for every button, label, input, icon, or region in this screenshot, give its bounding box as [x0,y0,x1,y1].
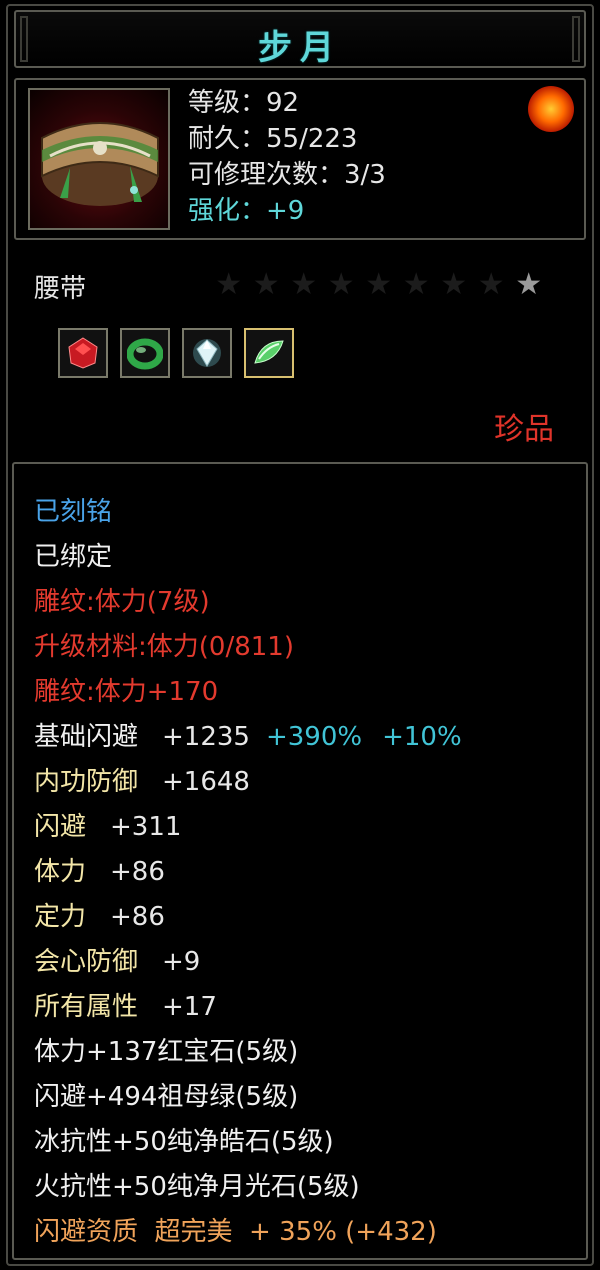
item-header-panel: 等级：92 耐久：55/223 可修理次数：3/3 强化：+9 [14,78,586,240]
carving-level: 雕纹:体力(7级) [34,587,210,617]
level-stat: 等级：92 [188,88,300,118]
star-icon: ★ [252,267,280,302]
star-icon: ★ [365,267,393,302]
crit-defense-row: 会心防御 +9 [34,940,462,985]
star-icon: ★ [327,267,355,302]
gem-slots [58,328,306,378]
focus-label: 定力 [34,902,87,932]
carving-bonus: 雕纹:体力+170 [34,677,219,707]
upgrade-material: 升级材料:体力(0/811) [34,632,294,662]
gem-slot-3[interactable] [182,328,232,378]
diamond-icon [193,339,221,367]
dodge-value: +311 [110,812,182,842]
gem-bonus-4: 火抗性+50纯净月光石(5级) [34,1172,360,1202]
engraved-status: 已刻铭 [34,497,113,527]
belt-icon [41,122,159,206]
dodge-row: 闪避 +311 [34,805,462,850]
base-dodge-label: 基础闪避 [34,722,139,752]
dodge-label: 闪避 [34,812,87,842]
gem-bonus-3: 冰抗性+50纯净皓石(5级) [34,1127,334,1157]
stamina-label: 体力 [34,857,87,887]
star-icon: ★ [290,267,318,302]
stamina-row: 体力 +86 [34,850,462,895]
belt-item-icon [28,88,170,230]
attribute-list: 已刻铭 已绑定 雕纹:体力(7级) 升级材料:体力(0/811) 雕纹:体力+1… [34,490,462,1255]
item-name: 步月 [258,28,342,68]
rarity-label: 珍品 [494,412,554,447]
gem-slot-1[interactable] [58,328,108,378]
jade-icon [254,340,284,364]
bound-status: 已绑定 [34,542,113,572]
emerald-ring-icon [127,338,163,370]
focus-value: +86 [110,902,165,932]
gem-slot-4[interactable] [244,328,294,378]
title-bar: 步月 [14,10,586,68]
repair-count-stat: 可修理次数：3/3 [188,160,386,190]
dodge-quality: 闪避资质 超完美 + 35% (+432) [34,1217,437,1247]
star-icon: ★ [215,267,243,302]
stamina-value: +86 [110,857,165,887]
fire-orb-icon [528,86,574,132]
crit-defense-label: 会心防御 [34,947,139,977]
enhance-stat: 强化：+9 [188,196,305,226]
focus-row: 定力 +86 [34,895,462,940]
inner-defense-row: 内功防御 +1648 [34,760,462,805]
base-dodge-row: 基础闪避 +1235 +390% +10% [34,715,462,760]
base-dodge-bonus2: +10% [382,722,462,752]
crit-defense-value: +9 [162,947,201,977]
all-attributes-value: +17 [162,992,217,1022]
star-icon: ★ [515,267,543,302]
star-icon: ★ [402,267,430,302]
item-type: 腰带 [34,274,87,304]
base-dodge-bonus1: +390% [265,722,363,752]
gem-slot-2[interactable] [120,328,170,378]
gem-bonus-1: 体力+137红宝石(5级) [34,1037,299,1067]
inner-defense-value: +1648 [162,767,250,797]
base-dodge-value: +1235 [162,722,250,752]
star-icon: ★ [440,267,468,302]
all-attributes-label: 所有属性 [34,992,139,1022]
ruby-icon [68,337,98,369]
all-attributes-row: 所有属性 +17 [34,985,462,1030]
gem-bonus-2: 闪避+494祖母绿(5级) [34,1082,299,1112]
star-icon: ★ [477,267,505,302]
star-rating: ★ ★ ★ ★ ★ ★ ★ ★ ★ [210,268,548,302]
durability-stat: 耐久：55/223 [188,124,358,154]
inner-defense-label: 内功防御 [34,767,139,797]
